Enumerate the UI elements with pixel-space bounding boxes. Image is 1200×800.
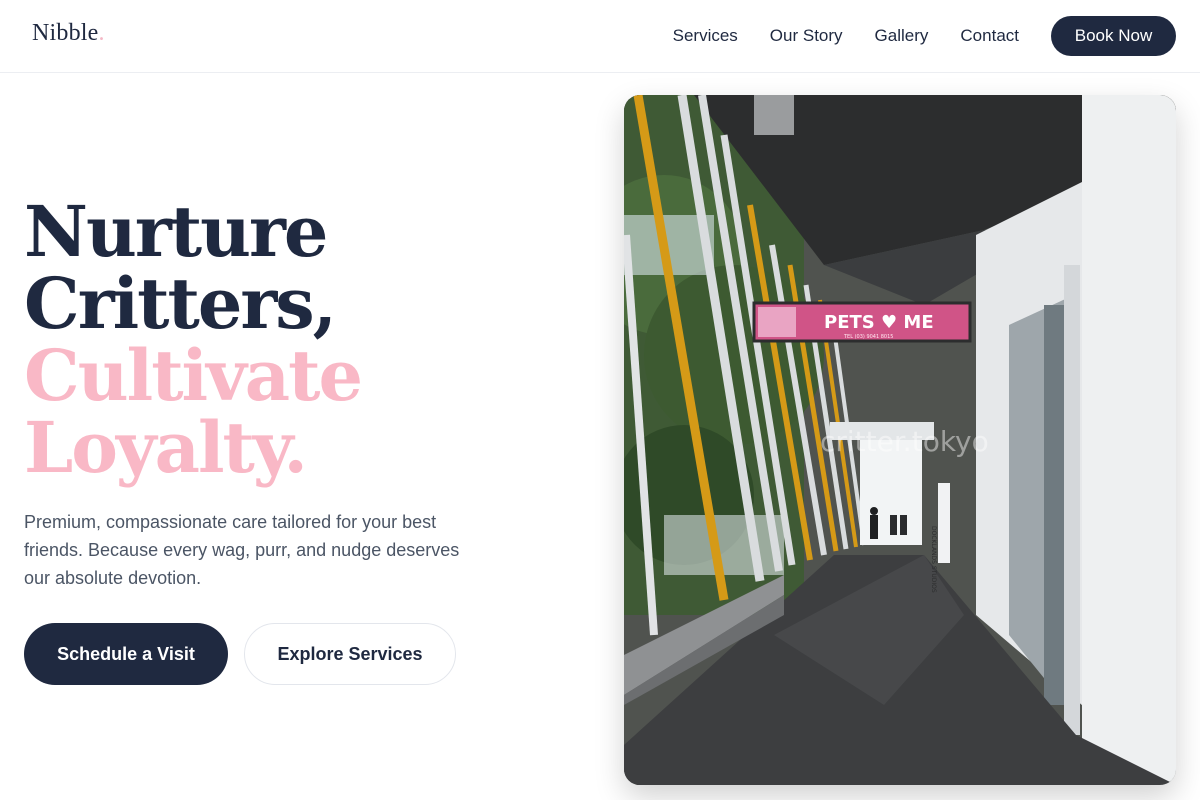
nav-link-contact[interactable]: Contact xyxy=(960,26,1019,46)
nav-link-services[interactable]: Services xyxy=(673,26,738,46)
hero-subtitle: Premium, compassionate care tailored for… xyxy=(24,512,460,588)
logo-text: Nibble xyxy=(32,20,99,46)
hero-headline: Nurture Critters, Cultivate Loyalty. xyxy=(24,190,363,489)
pets-me-sign: PETS ♥ ME TEL (03) 9041 8015 xyxy=(752,301,972,343)
explore-services-button[interactable]: Explore Services xyxy=(244,623,456,685)
headline-line-2: Critters, xyxy=(24,262,337,345)
hero-image: PETS ♥ ME TEL (03) 9041 8015 DOCKLANDS S… xyxy=(624,95,1176,785)
image-watermark: critter.tokyo xyxy=(820,425,989,458)
nav-link-gallery[interactable]: Gallery xyxy=(875,26,929,46)
logo-dot: . xyxy=(98,20,105,46)
headline-line-4: Loyalty. xyxy=(24,406,308,489)
headline-line-1: Nurture xyxy=(24,190,328,273)
site-header: Nibble. Services Our Story Gallery Conta… xyxy=(0,0,1200,73)
headline-line-3: Cultivate xyxy=(24,334,363,417)
side-sign: DOCKLANDS STUDIOS xyxy=(930,526,937,593)
sign-phone: TEL (03) 9041 8015 xyxy=(843,334,893,340)
logo[interactable]: Nibble. xyxy=(32,20,105,47)
nav-link-our-story[interactable]: Our Story xyxy=(770,26,843,46)
sign-text: PETS ♥ ME xyxy=(824,312,934,333)
book-now-button[interactable]: Book Now xyxy=(1051,16,1176,56)
main-nav: Services Our Story Gallery Contact Book … xyxy=(673,0,1200,72)
schedule-visit-button[interactable]: Schedule a Visit xyxy=(24,623,228,685)
